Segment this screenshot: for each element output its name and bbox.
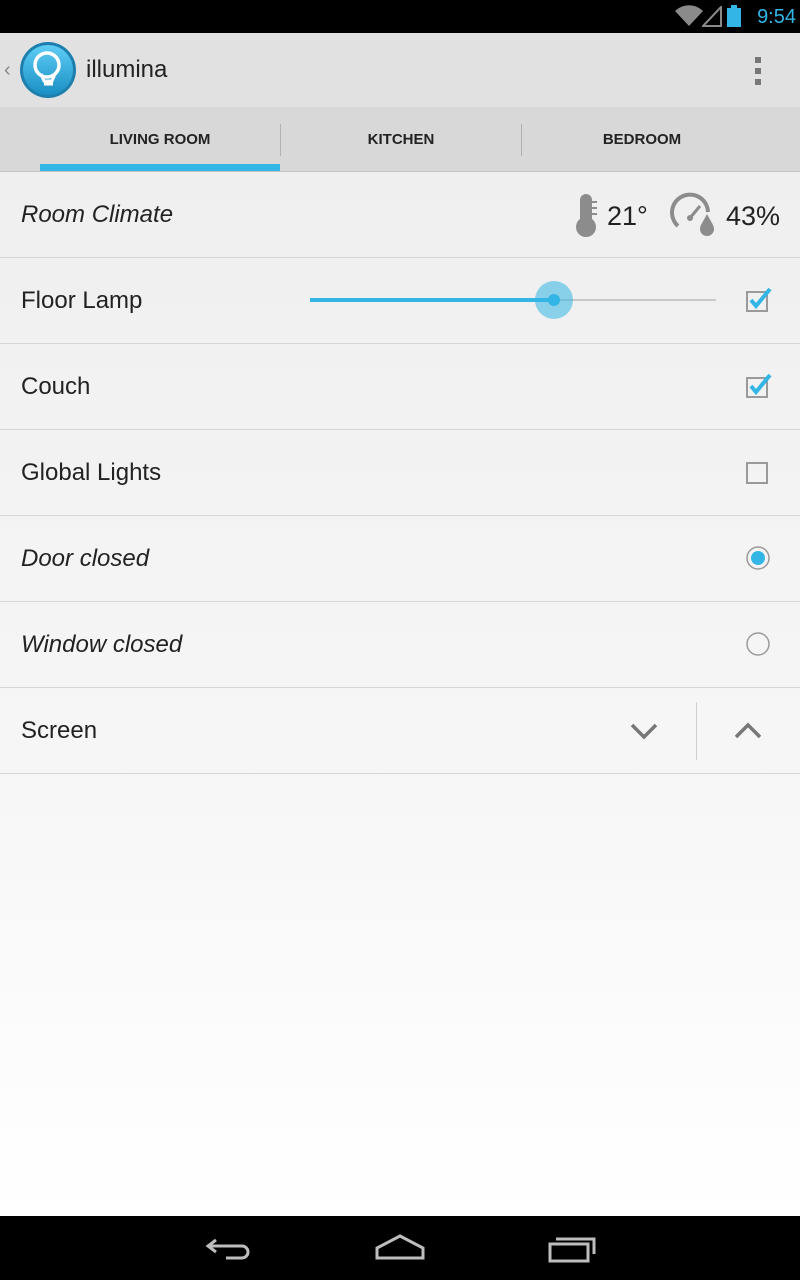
couch-label: Couch [21, 373, 91, 400]
status-bar: 9:54 [0, 0, 800, 33]
temperature-value: 21° [607, 201, 648, 231]
door-row: Door closed [0, 516, 800, 602]
global-lights-checkbox[interactable] [744, 458, 772, 486]
floor-lamp-checkbox[interactable] [744, 286, 772, 314]
window-status-label: Window closed [21, 631, 183, 658]
tab-label: KITCHEN [367, 131, 435, 148]
global-lights-row: Global Lights [0, 430, 800, 516]
screen-label: Screen [21, 717, 98, 744]
humidity-gauge-icon [670, 192, 714, 236]
app-title: illumina [86, 56, 168, 83]
global-lights-label: Global Lights [21, 459, 162, 486]
tab-bar: LIVING ROOM KITCHEN BEDROOM [0, 107, 800, 172]
couch-checkbox[interactable] [744, 372, 772, 400]
slider-fill [310, 298, 554, 302]
back-icon[interactable] [200, 1230, 260, 1266]
chevron-up-icon[interactable] [730, 715, 766, 747]
battery-icon [727, 5, 741, 27]
floor-lamp-label: Floor Lamp [21, 287, 143, 314]
tab-selected-indicator [40, 164, 280, 171]
up-caret-icon[interactable]: ‹ [4, 60, 11, 80]
tab-label: BEDROOM [602, 131, 682, 148]
clock: 9:54 [757, 6, 796, 28]
door-status-label: Door closed [21, 545, 150, 572]
slider-thumb[interactable] [547, 294, 560, 306]
action-bar: ‹ illumina [0, 33, 800, 107]
wifi-icon [675, 5, 703, 26]
chevron-down-icon[interactable] [626, 715, 662, 747]
navigation-bar [0, 1216, 800, 1280]
room-climate-row: Room Climate 21° 43% [0, 172, 800, 258]
tab-kitchen[interactable]: KITCHEN [281, 107, 521, 171]
tab-bedroom[interactable]: BEDROOM [522, 107, 762, 171]
room-climate-label: Room Climate [21, 201, 174, 228]
door-radio-indicator [746, 546, 770, 570]
floor-lamp-dimmer-slider[interactable] [310, 280, 716, 320]
cell-signal-icon [702, 6, 722, 27]
device-list: Room Climate 21° 43% Floor Lamp Couch Gl… [0, 172, 800, 1216]
tab-label: LIVING ROOM [109, 131, 211, 148]
tab-living-room[interactable]: LIVING ROOM [40, 107, 280, 171]
overflow-menu-icon[interactable] [742, 53, 774, 89]
home-icon[interactable] [370, 1230, 430, 1266]
recent-apps-icon[interactable] [542, 1230, 602, 1266]
window-row: Window closed [0, 602, 800, 688]
couch-row: Couch [0, 344, 800, 430]
thermometer-icon [576, 194, 597, 237]
screen-button-divider [696, 702, 697, 760]
humidity-value: 43% [726, 201, 781, 231]
lightbulb-icon[interactable] [19, 40, 77, 100]
screen-row: Screen [0, 688, 800, 774]
window-radio-indicator [746, 632, 770, 656]
floor-lamp-row: Floor Lamp [0, 258, 800, 344]
